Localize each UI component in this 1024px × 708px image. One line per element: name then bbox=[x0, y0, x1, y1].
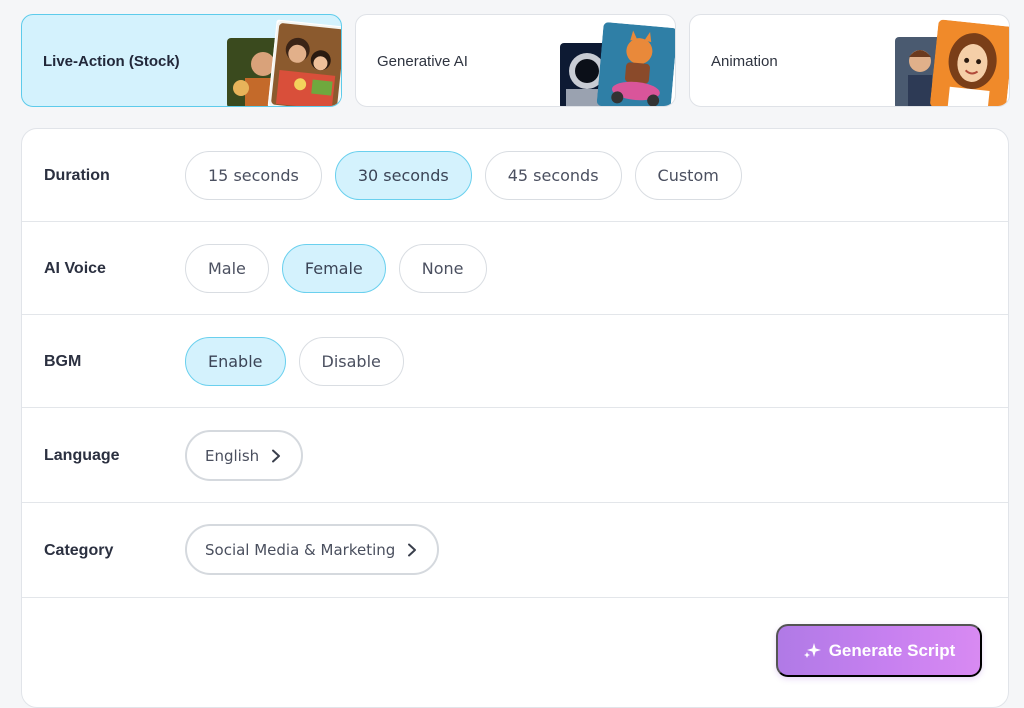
video-style-cards: Live-Action (Stock) Generative AI Animat… bbox=[21, 14, 1010, 107]
card-label: Generative AI bbox=[377, 53, 468, 70]
bgm-option-disable[interactable]: Disable bbox=[298, 337, 404, 386]
card-live-action[interactable]: Live-Action (Stock) bbox=[21, 14, 342, 107]
language-label: Language bbox=[44, 447, 120, 464]
bgm-option-enable[interactable]: Enable bbox=[185, 337, 286, 386]
duration-option-30[interactable]: 30 seconds bbox=[334, 151, 472, 200]
ai-voice-label: AI Voice bbox=[44, 260, 106, 277]
generate-script-button[interactable]: Generate Script bbox=[776, 624, 982, 677]
voice-option-female[interactable]: Female bbox=[281, 244, 386, 293]
sparkle-icon bbox=[803, 642, 821, 658]
language-value: English bbox=[205, 446, 260, 465]
card-label: Live-Action (Stock) bbox=[43, 53, 180, 70]
card-label: Animation bbox=[711, 53, 778, 70]
duration-option-45[interactable]: 45 seconds bbox=[484, 151, 622, 200]
duration-label: Duration bbox=[44, 167, 110, 184]
category-value: Social Media & Marketing bbox=[205, 540, 396, 559]
family-photo-front-image bbox=[267, 19, 341, 106]
ai-voice-options: Male Female None bbox=[185, 244, 487, 293]
language-selector-wrap: English bbox=[185, 430, 304, 481]
duration-option-custom[interactable]: Custom bbox=[634, 151, 742, 200]
language-row: Language English bbox=[22, 408, 1008, 503]
chevron-right-icon bbox=[408, 543, 417, 556]
settings-panel: Duration 15 seconds 30 seconds 45 second… bbox=[21, 128, 1009, 708]
bgm-options: Enable Disable bbox=[185, 337, 404, 386]
voice-option-male[interactable]: Male bbox=[185, 244, 269, 293]
duration-option-15[interactable]: 15 seconds bbox=[185, 151, 322, 200]
voice-option-none[interactable]: None bbox=[398, 244, 487, 293]
cartoon-woman-image bbox=[930, 19, 1009, 106]
card-animation[interactable]: Animation bbox=[689, 14, 1010, 107]
language-selector[interactable]: English bbox=[185, 430, 304, 481]
generate-script-label: Generate Script bbox=[828, 640, 956, 660]
chevron-right-icon bbox=[272, 449, 281, 462]
duration-options: 15 seconds 30 seconds 45 seconds Custom bbox=[185, 151, 742, 200]
ai-voice-row: AI Voice Male Female None bbox=[22, 222, 1008, 315]
bgm-label: BGM bbox=[44, 353, 82, 370]
bgm-row: BGM Enable Disable bbox=[22, 315, 1008, 408]
category-label: Category bbox=[44, 542, 114, 559]
card-generative-ai[interactable]: Generative AI bbox=[355, 14, 676, 107]
category-row: Category Social Media & Marketing bbox=[22, 503, 1008, 598]
category-selector[interactable]: Social Media & Marketing bbox=[185, 524, 440, 575]
cat-scooter-image bbox=[596, 22, 675, 106]
duration-row: Duration 15 seconds 30 seconds 45 second… bbox=[22, 129, 1008, 222]
category-selector-wrap: Social Media & Marketing bbox=[185, 524, 440, 575]
